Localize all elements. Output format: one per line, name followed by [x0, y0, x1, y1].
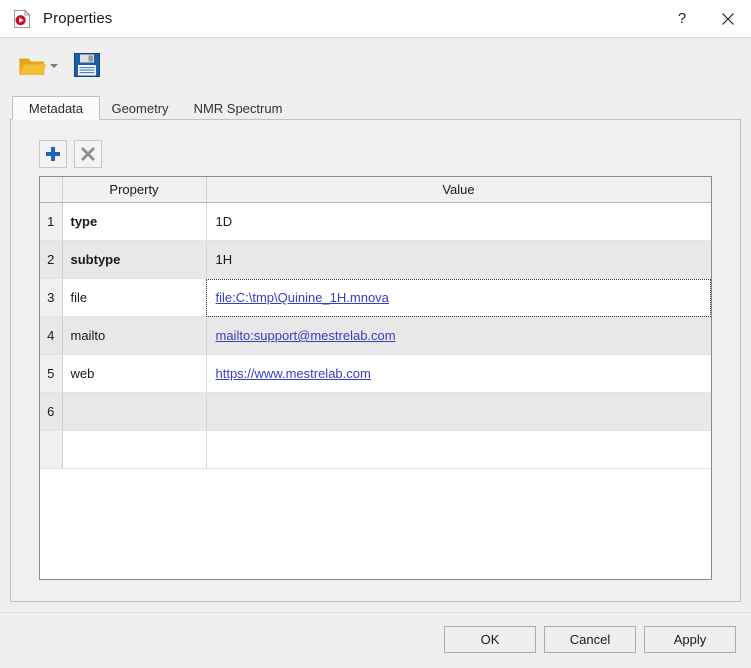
property-cell[interactable]: type [62, 202, 207, 241]
dialog-button-row: OK Cancel Apply [0, 620, 751, 668]
empty-value-area [206, 430, 711, 469]
ok-button[interactable]: OK [444, 626, 536, 653]
apply-button[interactable]: Apply [644, 626, 736, 653]
title-bar: Properties ? [0, 0, 751, 38]
table-toolbar [39, 140, 102, 168]
value-cell[interactable]: https://www.mestrelab.com [206, 354, 711, 393]
chevron-down-icon[interactable] [50, 64, 58, 68]
property-cell[interactable]: subtype [62, 240, 207, 279]
row-number[interactable]: 1 [40, 202, 63, 241]
tab-metadata-label: Metadata [28, 100, 84, 116]
x-delete-icon [81, 147, 95, 161]
property-cell[interactable]: mailto [62, 316, 207, 355]
close-icon [722, 12, 734, 25]
tab-nmr-spectrum-label: NMR Spectrum [193, 100, 283, 116]
tab-geometry-label: Geometry [111, 100, 169, 116]
value-cell[interactable]: 1D [206, 202, 711, 241]
floppy-save-icon [74, 53, 100, 77]
add-property-button[interactable] [39, 140, 67, 168]
footer-divider [0, 612, 751, 613]
property-cell[interactable]: file [62, 278, 207, 317]
row-number[interactable]: 4 [40, 316, 63, 355]
row-number[interactable]: 3 [40, 278, 63, 317]
open-folder-icon [19, 58, 47, 75]
property-cell[interactable]: web [62, 354, 207, 393]
properties-table: Property Value 1 type 1D 2 subtype 1H 3 … [40, 177, 711, 469]
web-link[interactable]: https://www.mestrelab.com [216, 366, 371, 381]
row-number[interactable]: 6 [40, 392, 63, 431]
tab-geometry[interactable]: Geometry [102, 96, 178, 120]
table-row[interactable]: 6 [40, 392, 711, 431]
row-number[interactable]: 5 [40, 354, 63, 393]
properties-table-container[interactable]: Property Value 1 type 1D 2 subtype 1H 3 … [39, 176, 712, 580]
save-button[interactable] [72, 50, 104, 82]
main-toolbar [0, 38, 751, 96]
table-row[interactable]: 3 file file:C:\tmp\Quinine_1H.mnova [40, 278, 711, 317]
plus-icon [46, 147, 60, 161]
cancel-button[interactable]: Cancel [544, 626, 636, 653]
metadata-panel: Property Value 1 type 1D 2 subtype 1H 3 … [10, 119, 741, 602]
row-number[interactable]: 2 [40, 240, 63, 279]
mailto-link[interactable]: mailto:support@mestrelab.com [216, 328, 396, 343]
table-row[interactable]: 1 type 1D [40, 202, 711, 241]
tab-metadata[interactable]: Metadata [12, 96, 100, 120]
document-red-circle-icon [13, 8, 31, 29]
table-row[interactable]: 2 subtype 1H [40, 240, 711, 279]
table-empty-area [40, 430, 711, 469]
close-button[interactable] [705, 0, 751, 37]
empty-row-number [40, 430, 63, 469]
table-corner-header[interactable] [40, 177, 63, 203]
delete-property-button[interactable] [74, 140, 102, 168]
tab-nmr-spectrum[interactable]: NMR Spectrum [182, 96, 294, 120]
help-button[interactable]: ? [659, 0, 705, 37]
file-link[interactable]: file:C:\tmp\Quinine_1H.mnova [216, 290, 389, 305]
value-cell[interactable]: 1H [206, 240, 711, 279]
open-file-button[interactable] [18, 49, 58, 83]
empty-property-area [62, 430, 207, 469]
table-row[interactable]: 5 web https://www.mestrelab.com [40, 354, 711, 393]
tab-strip: Metadata Geometry NMR Spectrum [0, 96, 751, 120]
window-title: Properties [43, 10, 113, 27]
property-cell[interactable] [62, 392, 207, 431]
value-cell[interactable]: file:C:\tmp\Quinine_1H.mnova [206, 278, 711, 317]
value-cell[interactable]: mailto:support@mestrelab.com [206, 316, 711, 355]
table-row[interactable]: 4 mailto mailto:support@mestrelab.com [40, 316, 711, 355]
table-header-row: Property Value [40, 177, 711, 203]
column-header-value[interactable]: Value [206, 177, 711, 203]
value-cell[interactable] [206, 392, 711, 431]
column-header-property[interactable]: Property [62, 177, 207, 203]
